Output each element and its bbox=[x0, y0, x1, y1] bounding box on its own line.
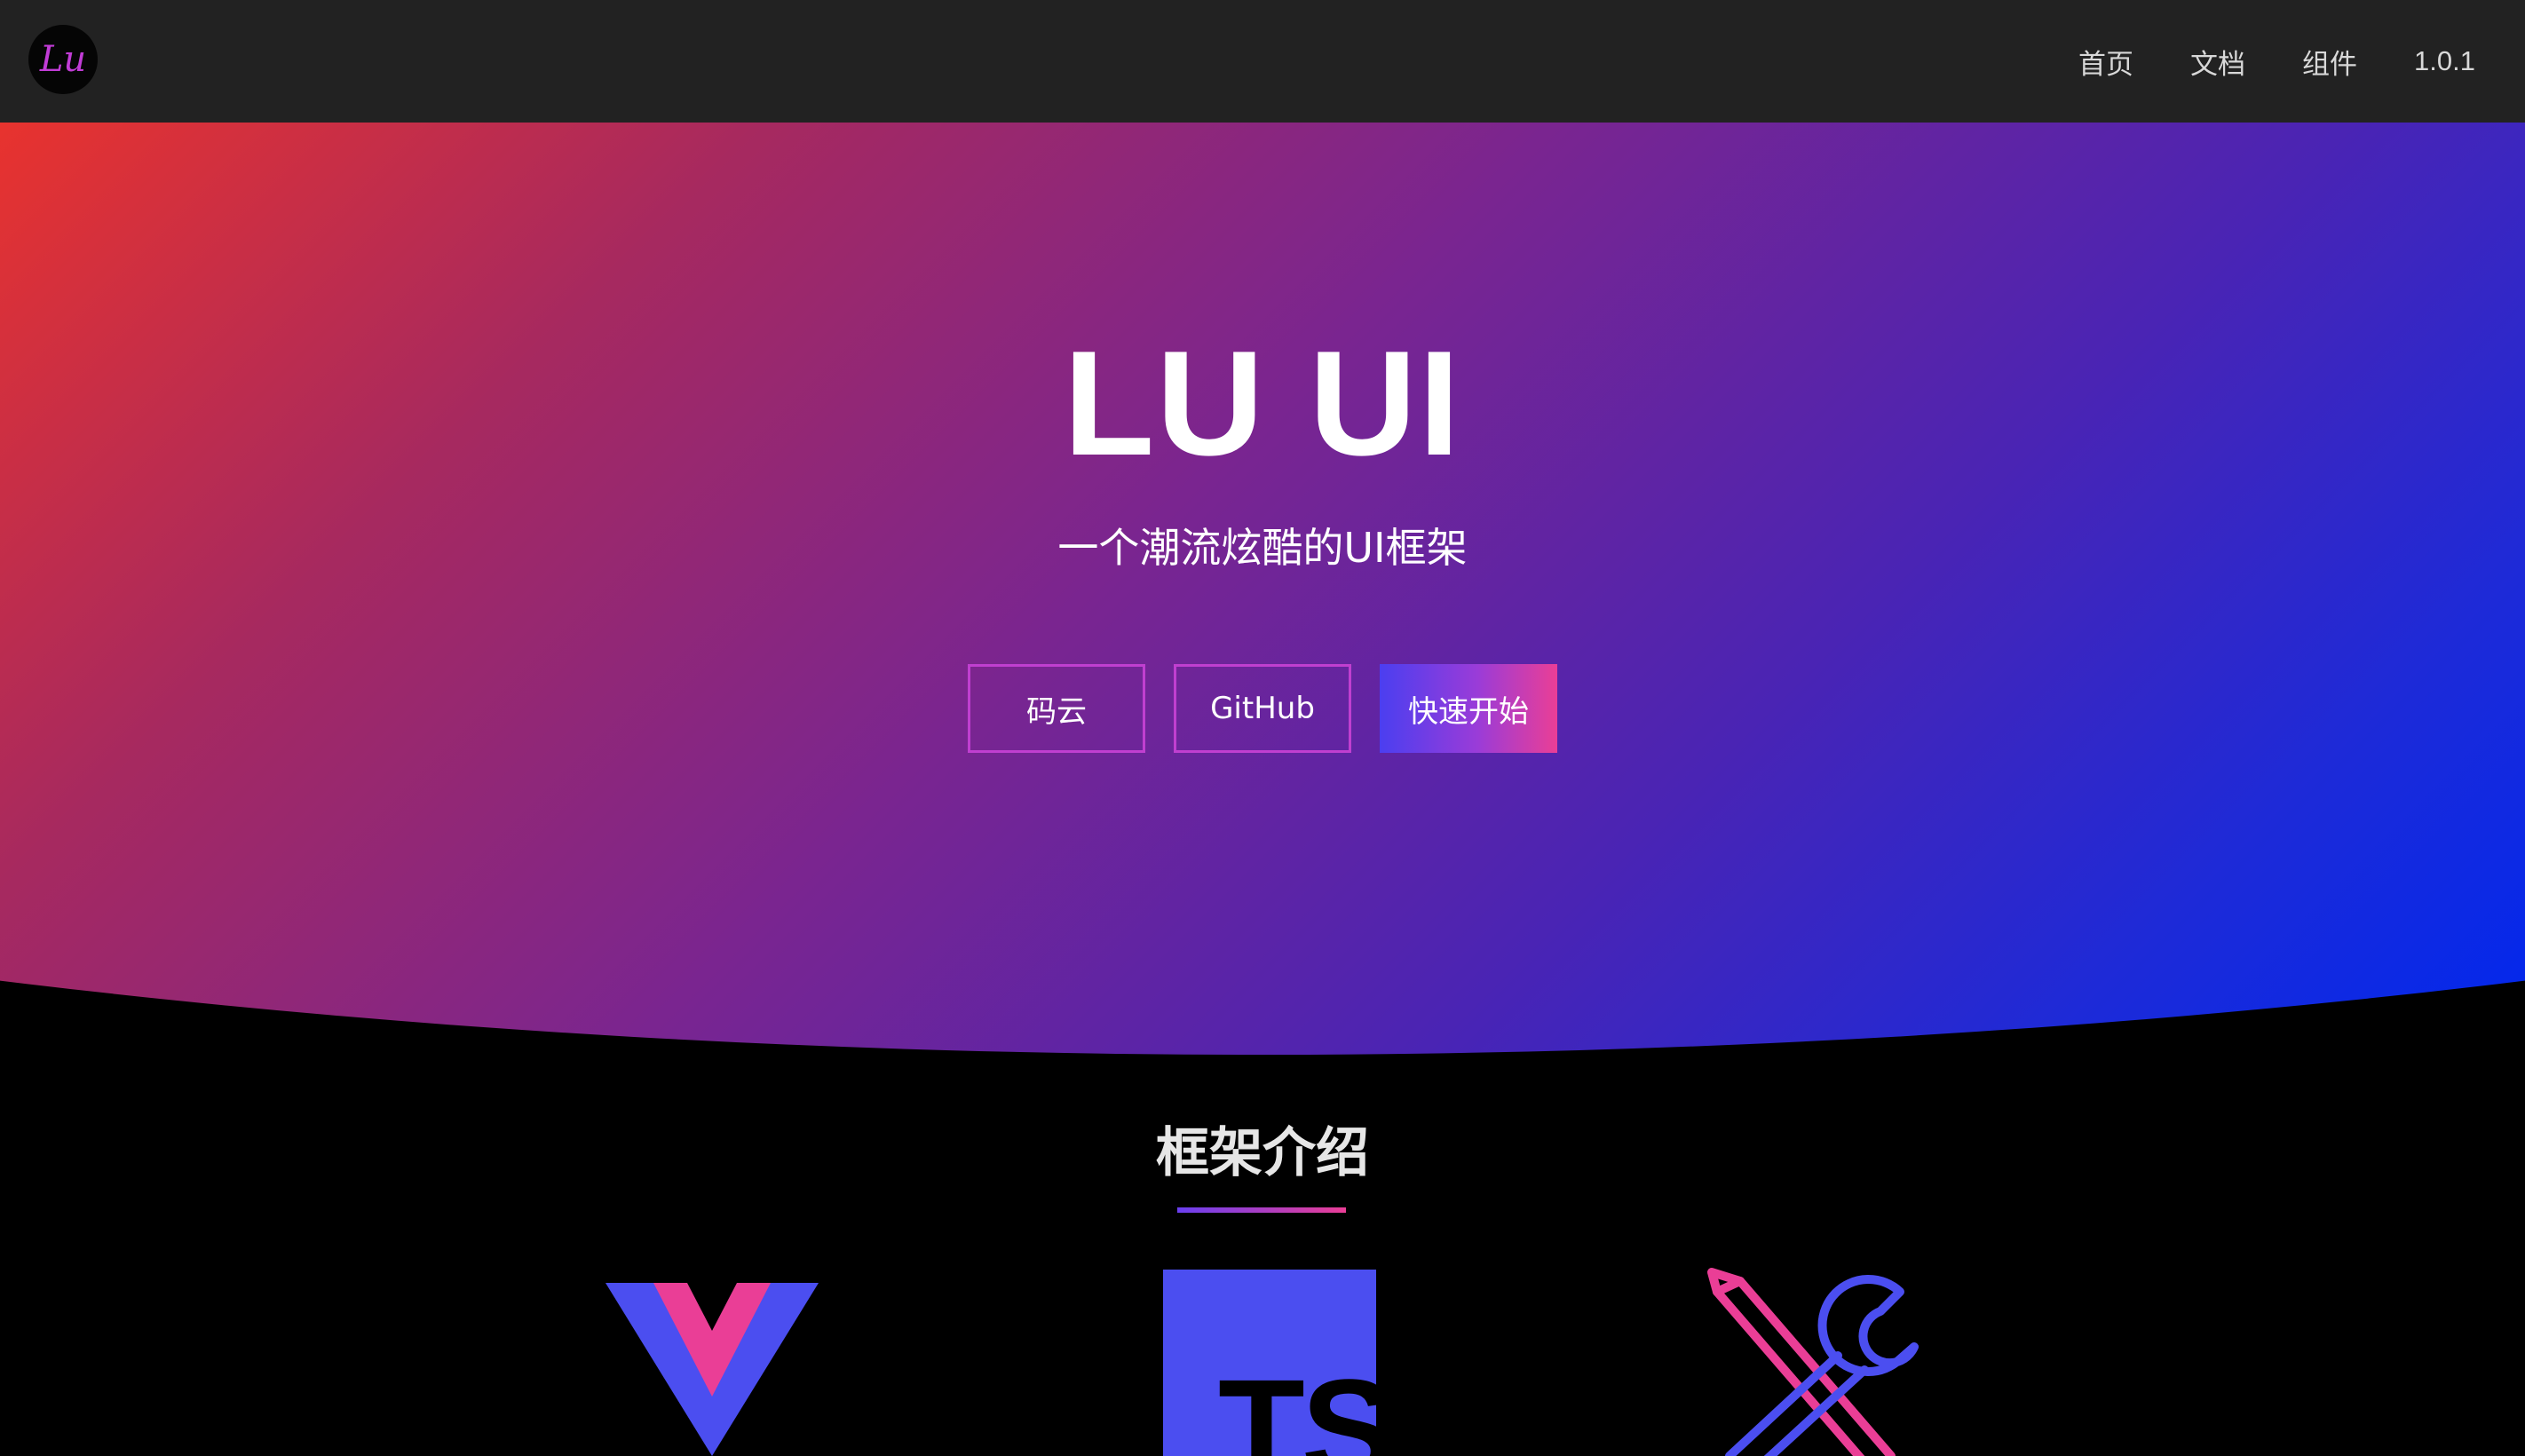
logo[interactable]: Lu bbox=[28, 25, 98, 94]
nav-docs-link[interactable]: 文档 bbox=[2190, 42, 2245, 82]
hero-subtitle: 一个潮流炫酷的UI框架 bbox=[1057, 524, 1468, 572]
section-title-underline bbox=[1177, 1207, 1346, 1213]
tools-icon bbox=[1707, 1268, 1919, 1456]
ts-icon-label: TS bbox=[1218, 1349, 1376, 1456]
nav-home-link[interactable]: 首页 bbox=[2078, 42, 2133, 82]
gitee-button[interactable]: 码云 bbox=[968, 664, 1145, 753]
github-button[interactable]: GitHub bbox=[1174, 664, 1351, 753]
section-title: 框架介绍 bbox=[1156, 1122, 1369, 1184]
hero-banner bbox=[0, 123, 2525, 1055]
nav-version-link[interactable]: 1.0.1 bbox=[2414, 45, 2475, 77]
nav-components-link[interactable]: 组件 bbox=[2302, 42, 2357, 82]
hero-title: LU UI bbox=[1063, 320, 1462, 487]
quick-start-button[interactable]: 快速开始 bbox=[1380, 664, 1557, 753]
hero-actions: 码云 GitHub 快速开始 bbox=[0, 664, 2525, 753]
top-navbar: Lu 首页 文档 组件 1.0.1 bbox=[0, 0, 2525, 123]
vue-icon bbox=[606, 1283, 819, 1456]
typescript-icon: TS bbox=[1163, 1270, 1376, 1456]
main-nav: 首页 文档 组件 1.0.1 bbox=[2078, 0, 2475, 123]
